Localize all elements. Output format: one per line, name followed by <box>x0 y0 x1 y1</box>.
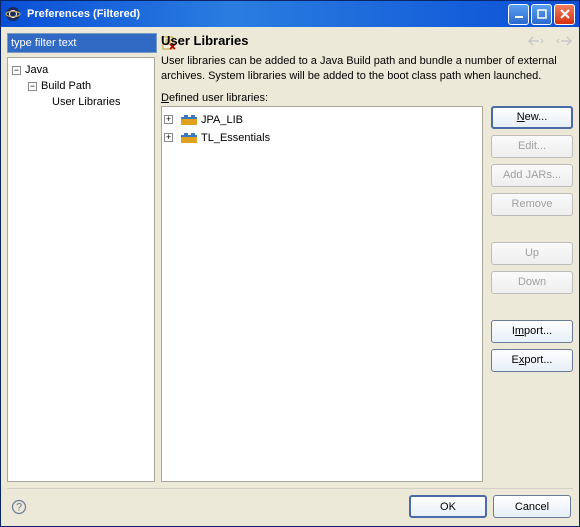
svg-text:?: ? <box>16 501 22 513</box>
help-button[interactable]: ? <box>9 497 29 517</box>
right-column: User Libraries User libraries can be add… <box>161 33 573 482</box>
expand-icon[interactable]: + <box>164 133 173 142</box>
library-name: JPA_LIB <box>201 114 243 126</box>
import-button[interactable]: Import... <box>491 320 573 343</box>
titlebar: Preferences (Filtered) <box>1 1 579 27</box>
app-icon <box>5 6 21 22</box>
tree-node-build-path[interactable]: − Build Path <box>10 78 152 94</box>
ok-button[interactable]: OK <box>409 495 487 518</box>
edit-button: Edit... <box>491 135 573 158</box>
down-button: Down <box>491 271 573 294</box>
filter-input[interactable] <box>7 33 157 53</box>
left-column: − Java − Build Path User Libraries <box>7 33 155 482</box>
section-title: User Libraries <box>161 33 248 48</box>
tree-node-user-libraries[interactable]: User Libraries <box>10 94 152 110</box>
list-item[interactable]: + TL_Essentials <box>164 129 480 147</box>
footer: ? OK Cancel <box>7 488 573 520</box>
forward-button[interactable] <box>555 35 573 47</box>
window-title: Preferences (Filtered) <box>27 8 508 20</box>
collapse-icon[interactable]: − <box>28 82 37 91</box>
add-jars-button: Add JARs... <box>491 164 573 187</box>
preferences-dialog: Preferences (Filtered) − Java <box>0 0 580 527</box>
library-icon <box>181 132 197 144</box>
back-button[interactable] <box>527 35 545 47</box>
library-icon <box>181 114 197 126</box>
new-button[interactable]: New... <box>491 106 573 129</box>
list-label: Defined user libraries: <box>161 92 573 104</box>
cancel-button[interactable]: Cancel <box>493 495 571 518</box>
category-tree[interactable]: − Java − Build Path User Libraries <box>7 57 155 482</box>
collapse-icon[interactable]: − <box>12 66 21 75</box>
user-libraries-list[interactable]: + JPA_LIB + TL_Essentials <box>161 106 483 482</box>
remove-button: Remove <box>491 193 573 216</box>
library-name: TL_Essentials <box>201 132 270 144</box>
expand-icon[interactable]: + <box>164 115 173 124</box>
list-item[interactable]: + JPA_LIB <box>164 111 480 129</box>
minimize-button[interactable] <box>508 4 529 25</box>
tree-node-java[interactable]: − Java <box>10 62 152 78</box>
section-description: User libraries can be added to a Java Bu… <box>161 54 573 84</box>
close-button[interactable] <box>554 4 575 25</box>
export-button[interactable]: Export... <box>491 349 573 372</box>
up-button: Up <box>491 242 573 265</box>
maximize-button[interactable] <box>531 4 552 25</box>
